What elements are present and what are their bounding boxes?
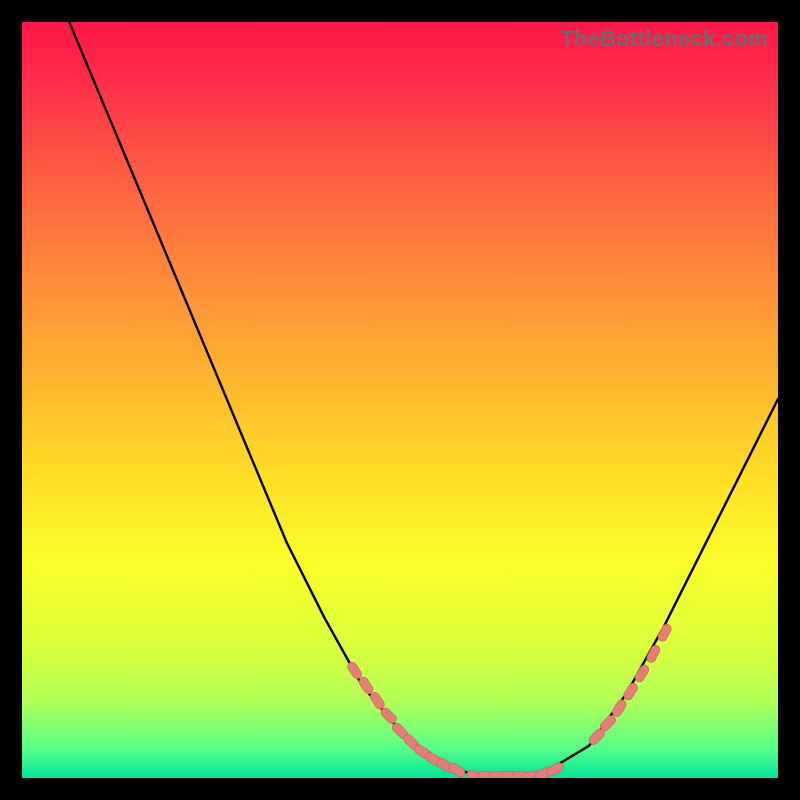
data-marker: [346, 660, 363, 680]
plot-area: TheBottleneck.com: [22, 22, 778, 778]
data-marker: [622, 682, 639, 702]
marker-cluster-right: [587, 623, 673, 747]
data-marker: [656, 623, 672, 643]
chart-stage: TheBottleneck.com: [0, 0, 800, 800]
data-marker: [369, 691, 386, 711]
data-marker: [357, 676, 374, 696]
data-marker: [633, 663, 650, 683]
marker-cluster-left: [346, 660, 467, 778]
data-marker: [545, 761, 565, 777]
chart-overlay-svg: [22, 22, 778, 778]
data-marker: [611, 698, 628, 718]
bottleneck-curve: [22, 22, 778, 776]
marker-cluster-flat: [466, 761, 565, 778]
